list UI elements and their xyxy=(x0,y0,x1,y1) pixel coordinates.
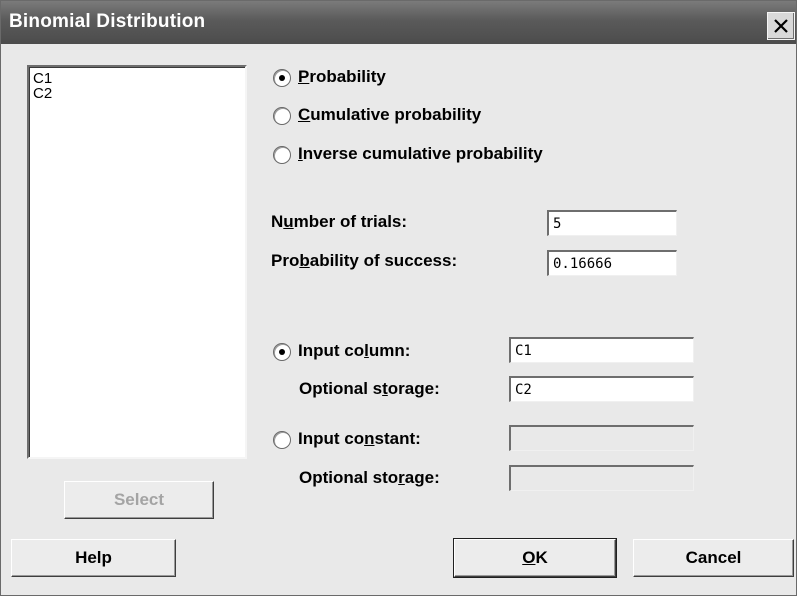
radio-input-constant[interactable] xyxy=(273,431,291,449)
window-title: Binomial Distribution xyxy=(9,11,206,32)
optional-storage-field[interactable]: C2 xyxy=(509,376,694,402)
radio-selected-dot xyxy=(279,75,285,81)
number-of-trials-label: Number of trials: xyxy=(271,212,408,231)
number-of-trials-field[interactable]: 5 xyxy=(547,210,677,236)
title-bar: Binomial Distribution xyxy=(1,1,796,44)
radio-probability[interactable] xyxy=(273,69,291,87)
close-icon xyxy=(774,19,788,33)
probability-of-success-field[interactable]: 0.16666 xyxy=(547,250,677,276)
select-button[interactable]: Select xyxy=(64,481,214,519)
optional-storage-label: Optional storage: xyxy=(299,379,440,398)
radio-inverse-cumulative-probability[interactable] xyxy=(273,146,291,164)
radio-input-column[interactable] xyxy=(273,343,291,361)
input-column-field[interactable]: C1 xyxy=(509,337,694,363)
optional-storage-constant-label: Optional storage: xyxy=(299,468,440,487)
input-constant-label: Input constant: xyxy=(298,429,421,448)
optional-storage-constant-field[interactable] xyxy=(509,465,694,491)
radio-cumulative-probability[interactable] xyxy=(273,107,291,125)
list-item[interactable]: C1 xyxy=(33,71,52,86)
binomial-distribution-dialog: Binomial Distribution C1 C2 Select Proba… xyxy=(0,0,797,596)
ok-button[interactable]: OK xyxy=(453,538,617,578)
close-button[interactable] xyxy=(767,12,795,40)
input-constant-field[interactable] xyxy=(509,425,694,451)
radio-selected-dot xyxy=(279,349,285,355)
inverse-cumulative-probability-label: Inverse cumulative probability xyxy=(298,144,543,163)
cancel-button[interactable]: Cancel xyxy=(633,539,794,577)
probability-of-success-label: Probability of success: xyxy=(271,251,458,270)
variables-listbox[interactable]: C1 C2 xyxy=(27,65,247,459)
probability-label: Probability xyxy=(298,67,386,86)
help-button[interactable]: Help xyxy=(11,539,176,577)
cumulative-probability-label: Cumulative probability xyxy=(298,105,482,124)
input-column-label: Input column: xyxy=(298,341,411,360)
list-item[interactable]: C2 xyxy=(33,86,52,101)
